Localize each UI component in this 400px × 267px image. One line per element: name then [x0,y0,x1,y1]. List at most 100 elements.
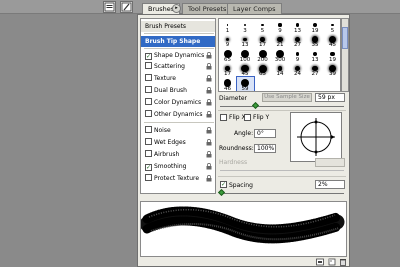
flip-y-label: Flip Y [253,114,270,121]
brush-tip-cell[interactable]: 59 [235,76,255,91]
brush-tip-cell[interactable]: 24 [289,63,306,77]
option-texture[interactable]: Texture [141,73,215,84]
angle-roundness-widget[interactable] [290,112,342,162]
scrollbar-thumb[interactable] [342,27,348,49]
lock-icon[interactable] [206,99,212,106]
panel-menu-icon[interactable]: ▸ [172,4,181,13]
lock-icon[interactable] [206,139,212,146]
option-wet-edges[interactable]: Wet Edges [141,137,215,148]
other-dynamics-checkbox[interactable] [145,110,152,117]
brush-tip-cell[interactable]: 13 [289,19,306,34]
option-smoothing[interactable]: ✓ Smoothing [141,161,215,172]
brush-tip-cell[interactable]: 13 [237,34,254,48]
lock-icon[interactable] [206,151,212,158]
lock-icon[interactable] [206,52,212,59]
hardness-slider-track [220,170,344,171]
option-dual-brush[interactable]: Dual Brush [141,85,215,96]
spacing-slider-thumb[interactable] [217,188,226,197]
roundness-input[interactable]: 100% [254,144,276,153]
option-protect-texture[interactable]: Protect Texture [141,173,215,184]
shape-dynamics-checkbox[interactable]: ✓ [145,53,152,60]
lock-icon[interactable] [206,175,212,182]
brush-tip-cell[interactable]: 9 [219,34,236,48]
scattering-checkbox[interactable] [145,62,152,69]
airbrush-checkbox[interactable] [145,150,152,157]
brush-tip-cell[interactable]: 300 [272,48,289,63]
brush-tip-cell[interactable]: 45 [324,34,340,48]
brush-tip-cell[interactable]: 1 [219,19,236,34]
brush-tip-cell[interactable]: 5 [324,19,340,34]
brush-tip-cell[interactable]: 35 [307,34,324,48]
spacing-slider-track[interactable] [220,193,344,194]
brush-tip-shape-item[interactable]: Brush Tip Shape [141,36,215,47]
brush-tip-cell[interactable]: 3 [237,19,254,34]
brush-tip-cell[interactable]: 21 [272,34,289,48]
lock-icon[interactable] [206,163,212,170]
brush-tip-size: 24 [294,71,301,77]
brush-tip-cell[interactable]: 39 [324,63,340,77]
use-sample-size-button[interactable]: Use Sample Size [262,93,312,102]
angle-label: Angle: [234,130,254,137]
option-color-dynamics[interactable]: Color Dynamics [141,97,215,108]
diameter-slider-track[interactable] [220,106,344,107]
lock-icon[interactable] [206,111,212,118]
brush-tip-cell[interactable]: 9 [272,19,289,34]
flip-y-checkbox[interactable] [244,114,251,121]
dual-brush-checkbox[interactable] [145,86,152,93]
brush-tip-cell[interactable]: 19 [307,19,324,34]
brush-tip-cell[interactable]: 17 [219,63,236,77]
color-dynamics-checkbox[interactable] [145,98,152,105]
brush-tip-cell[interactable]: 46 [219,77,236,91]
brush-tip-shape [244,24,246,26]
option-other-dynamics[interactable]: Other Dynamics [141,109,215,120]
brush-tip-cell[interactable]: 19 [324,48,340,63]
tab-layer-comps[interactable]: Layer Comps [227,3,282,14]
brush-tip-cell[interactable]: 5 [254,19,271,34]
brush-tip-cell[interactable]: 14 [272,63,289,77]
brush-tip-cell[interactable]: 45 [237,63,254,77]
lock-icon[interactable] [206,127,212,134]
option-scattering[interactable]: Scattering [141,61,215,72]
brush-tip-cell[interactable]: 65 [254,63,271,77]
brush-tip-cell[interactable]: 9 [289,48,306,63]
brush-tip-cell[interactable]: 17 [254,34,271,48]
texture-checkbox[interactable] [145,74,152,81]
option-airbrush[interactable]: Airbrush [141,149,215,160]
smoothing-checkbox[interactable]: ✓ [145,164,152,171]
angle-input[interactable]: 0° [254,129,276,138]
lock-icon[interactable] [206,63,212,70]
brush-tip-shape [226,24,229,26]
brush-tip-cell[interactable]: 13 [307,48,324,63]
hardness-input [315,158,345,167]
option-shape-dynamics[interactable]: ✓ Shape Dynamics [141,50,215,61]
brush-tip-cell[interactable]: 27 [289,34,306,48]
brush-tip-size: 65 [259,71,266,77]
brush-tip-cell[interactable]: 65 [219,48,236,63]
diameter-slider-thumb[interactable] [251,101,260,110]
brush-tip-cell[interactable]: 27 [307,63,324,77]
brush-tip-cell[interactable]: 100 [237,48,254,63]
dock-brush-icon[interactable] [120,1,133,13]
brush-angle-crosshair-icon[interactable] [291,113,341,161]
new-brush-icon[interactable] [328,258,336,266]
protect-texture-checkbox[interactable] [145,174,152,181]
spacing-input[interactable]: 2% [315,180,345,189]
dock-panel-icon[interactable] [103,1,116,13]
spacing-checkbox[interactable]: ✓ [220,181,227,188]
option-label: Dual Brush [154,87,187,94]
wet-edges-checkbox[interactable] [145,138,152,145]
brush-tip-shape [243,37,247,42]
delete-brush-icon[interactable] [339,258,347,266]
option-noise[interactable]: Noise [141,125,215,136]
brush-grid-scrollbar[interactable] [341,18,349,92]
tab-tool-presets[interactable]: Tool Presets [182,3,233,14]
diameter-input[interactable]: 59 px [315,93,345,102]
flip-x-checkbox[interactable] [220,114,227,121]
noise-checkbox[interactable] [145,126,152,133]
toggle-preview-icon[interactable] [316,258,324,266]
brush-tip-cell[interactable]: 200 [254,48,271,63]
brush-tip-grid[interactable]: 1 3 5 9 13 19 5 9 13 17 21 27 35 45 65 100 200 300 9 13 19 17… [218,18,341,92]
lock-icon[interactable] [206,87,212,94]
brush-presets-item[interactable]: Brush Presets [141,21,215,32]
lock-icon[interactable] [206,75,212,82]
